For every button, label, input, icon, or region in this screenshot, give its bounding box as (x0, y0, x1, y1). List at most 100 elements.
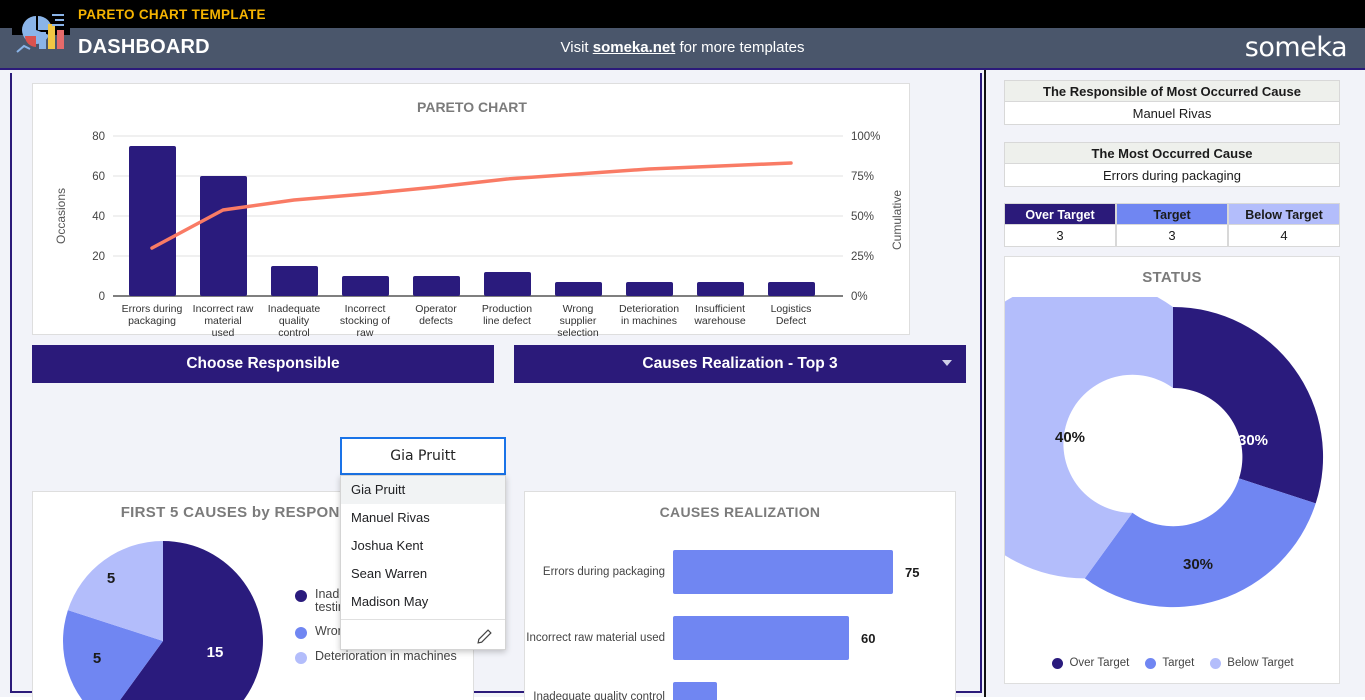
bar-row: Inadequate quality control testing 15 (525, 676, 957, 700)
causes-realization-bars: Errors during packaging 75 Incorrect raw… (525, 544, 957, 700)
svg-text:Insufficient: Insufficient (695, 303, 745, 315)
pie-label-3: 5 (107, 570, 115, 587)
causes-realization-label: Causes Realization - Top 3 (642, 355, 838, 372)
target-value: 4 (1228, 225, 1340, 247)
dropdown-option-manuel-rivas[interactable]: Manuel Rivas (341, 504, 505, 532)
svg-text:Production: Production (482, 303, 532, 315)
svg-text:60: 60 (92, 171, 105, 183)
bar-value-label: 75 (905, 564, 920, 580)
dropdown-option-gia-pruitt[interactable]: Gia Pruitt (341, 476, 505, 504)
menu-footer (341, 620, 505, 654)
pie-bar-chart-logo-icon (12, 8, 70, 62)
status-legend: Over Target Target Below Target (1005, 657, 1341, 669)
svg-text:used: used (212, 327, 235, 336)
target-column-over: Over Target 3 (1004, 203, 1116, 247)
target-value: 3 (1116, 225, 1228, 247)
visit-suffix: for more templates (675, 39, 805, 56)
pareto-y2-axis-label: Cumulative (890, 190, 904, 250)
svg-text:quality: quality (279, 315, 310, 327)
dropdown-option-joshua-kent[interactable]: Joshua Kent (341, 532, 505, 560)
svg-text:25%: 25% (851, 251, 874, 263)
svg-text:material: material (204, 315, 241, 327)
pareto-bars (129, 146, 815, 296)
pie-label-1: 15 (207, 644, 224, 661)
legend-swatch-icon (1052, 657, 1064, 669)
svg-text:40: 40 (92, 211, 105, 223)
svg-text:Logistics: Logistics (771, 303, 812, 315)
right-column: The Responsible of Most Occurred Cause M… (934, 70, 1365, 697)
legend-swatch-icon (1145, 657, 1157, 669)
responsible-dropdown-menu[interactable]: Gia Pruitt Manuel Rivas Joshua Kent Sean… (340, 475, 506, 650)
legend-label: Target (1162, 657, 1195, 669)
bar-value-label: 60 (861, 630, 876, 646)
svg-text:Deterioration: Deterioration (619, 303, 679, 315)
donut-label-over: 30% (1238, 432, 1268, 449)
svg-text:raw: raw (357, 327, 374, 336)
svg-text:selection: selection (557, 327, 599, 336)
dropdown-option-sean-warren[interactable]: Sean Warren (341, 560, 505, 588)
svg-text:0%: 0% (851, 291, 868, 303)
pareto-chart-svg: PARETO CHART 8060 4020 0 Occasions 100%7… (54, 99, 904, 336)
status-card: STATUS 30% 30% 40% Over Target Target Be… (934, 256, 1341, 684)
legend-label: Over Target (1069, 657, 1130, 669)
svg-text:80: 80 (92, 131, 105, 143)
donut-label-below: 40% (1055, 429, 1085, 446)
pareto-chart-title: PARETO CHART (417, 99, 527, 115)
legend-item: Over Target (1052, 657, 1129, 669)
target-column-below: Below Target 4 (1228, 203, 1340, 247)
visit-prefix: Visit (560, 39, 593, 56)
svg-text:Incorrect: Incorrect (345, 303, 386, 315)
causes-realization-chart-title: CAUSES REALIZATION (659, 504, 821, 520)
svg-text:Incorrect raw: Incorrect raw (193, 303, 254, 315)
dropdown-option-madison-may[interactable]: Madison May (341, 588, 505, 616)
svg-text:defects: defects (419, 315, 453, 327)
donut-label-target: 30% (1183, 556, 1213, 573)
cause-summary-label: The Most Occurred Cause (1004, 142, 1340, 164)
svg-text:Errors during: Errors during (122, 303, 183, 315)
legend-swatch-icon (295, 652, 307, 664)
target-header: Target (1116, 203, 1228, 225)
choose-responsible-band: Choose Responsible (32, 345, 494, 383)
responsible-selected-value: Gia Pruitt (390, 448, 456, 464)
chevron-down-icon[interactable] (942, 360, 952, 366)
target-header: Below Target (1228, 203, 1340, 225)
responsible-select[interactable]: Gia Pruitt (340, 437, 506, 475)
status-chart-title: STATUS (1142, 269, 1202, 286)
svg-text:Inadequate: Inadequate (268, 303, 321, 315)
svg-text:100%: 100% (851, 131, 880, 143)
svg-text:stocking of: stocking of (340, 315, 390, 327)
svg-text:75%: 75% (851, 171, 874, 183)
svg-text:warehouse: warehouse (693, 315, 746, 327)
svg-text:supplier: supplier (560, 315, 597, 327)
visit-promo: Visit someka.net for more templates (0, 28, 1365, 68)
bar-fill (673, 616, 849, 660)
bar-category-label: Errors during packaging (542, 565, 665, 578)
left-column: PARETO CHART 80 60 40 20 0 Occasions 100… (10, 73, 982, 700)
cause-summary-block: The Most Occurred Cause Errors during pa… (1004, 142, 1340, 187)
bar-value-label: 15 (729, 697, 743, 700)
pencil-icon[interactable] (476, 628, 493, 648)
responsible-summary-block: The Responsible of Most Occurred Cause M… (1004, 80, 1340, 125)
svg-text:Operator: Operator (415, 303, 457, 315)
cause-summary-value: Errors during packaging (1004, 164, 1340, 187)
causes-realization-band[interactable]: Causes Realization - Top 3 (514, 345, 966, 383)
brand-logo: someka (1244, 32, 1348, 63)
causes-realization-card: CAUSES REALIZATION Errors during packagi… (524, 491, 956, 700)
target-summary-table: Over Target 3 Target 3 Below Target 4 (1004, 203, 1340, 247)
svg-text:50%: 50% (851, 211, 874, 223)
svg-text:Wrong: Wrong (563, 303, 594, 315)
status-donut-svg: 30% 30% 40% (934, 278, 1324, 608)
legend-swatch-icon (295, 627, 307, 639)
legend-label: Below Target (1227, 657, 1294, 669)
bar-category-label: Inadequate quality control testing (533, 691, 665, 700)
bar-fill (673, 550, 893, 594)
bar-row: Incorrect raw material used 60 (525, 610, 957, 666)
pie-label-2: 5 (93, 650, 101, 667)
svg-text:20: 20 (92, 251, 105, 263)
responsible-summary-label: The Responsible of Most Occurred Cause (1004, 80, 1340, 102)
app-header: PARETO CHART TEMPLATE DASHBOARD Visit so… (0, 0, 1365, 71)
legend-item: Below Target (1210, 657, 1294, 669)
someka-link[interactable]: someka.net (593, 39, 676, 56)
legend-swatch-icon (1210, 657, 1222, 669)
template-title: PARETO CHART TEMPLATE (78, 7, 266, 22)
